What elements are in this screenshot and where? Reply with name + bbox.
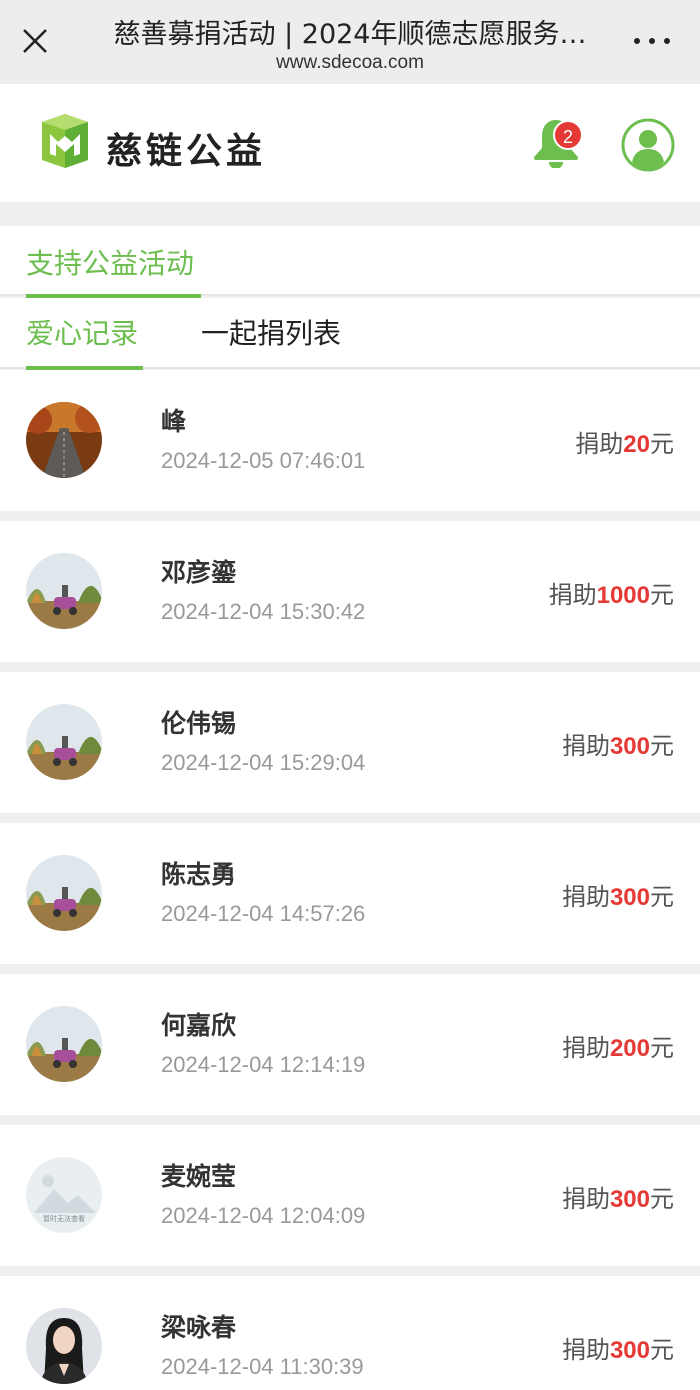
browser-top-bar: 慈善募捐活动 | 2024年顺德志愿服务… www.sdecoa.com (0, 0, 700, 84)
donation-row: 梁咏春 2024-12-04 11:30:39 捐助300元 (0, 1276, 700, 1390)
donation-row: 暂时无法查看 麦婉莹 2024-12-04 12:04:09 捐助300元 (0, 1125, 700, 1266)
donation-suffix: 元 (650, 883, 674, 911)
donor-avatar (26, 1006, 102, 1082)
donation-time: 2024-12-04 12:04:09 (161, 1203, 366, 1228)
more-options-icon[interactable] (632, 38, 672, 48)
donor-name: 梁咏春 (161, 1313, 237, 1342)
donation-amount-value: 200 (609, 1035, 650, 1062)
svg-text:暂时无法查看: 暂时无法查看 (43, 1214, 85, 1223)
donation-time: 2024-12-05 07:46:01 (161, 448, 366, 473)
donor-avatar (26, 1308, 102, 1384)
donation-row: 伦伟锡 2024-12-04 15:29:04 捐助300元 (0, 672, 700, 813)
donation-suffix: 元 (650, 1336, 674, 1364)
donor-name: 峰 (161, 407, 187, 436)
donation-amount: 捐助1000元 (549, 575, 674, 610)
donor-avatar: 暂时无法查看 (26, 1157, 102, 1233)
donor-name: 陈志勇 (161, 860, 237, 889)
tab-love-records[interactable]: 爱心记录 (26, 312, 138, 352)
donation-prefix: 捐助 (548, 581, 597, 609)
donation-amount-value: 300 (609, 884, 650, 911)
donation-suffix: 元 (650, 1185, 674, 1213)
donor-name: 邓彦鎏 (161, 558, 237, 587)
donor-avatar (26, 704, 102, 780)
donation-prefix: 捐助 (561, 732, 610, 760)
close-icon[interactable] (18, 24, 52, 58)
donor-name: 伦伟锡 (161, 709, 237, 738)
donation-row: 陈志勇 2024-12-04 14:57:26 捐助300元 (0, 823, 700, 964)
donor-avatar (26, 855, 102, 931)
user-avatar-icon[interactable] (621, 118, 675, 172)
donation-time: 2024-12-04 15:29:04 (161, 750, 366, 775)
donor-name: 何嘉欣 (161, 1011, 237, 1040)
notification-badge: 2 (553, 120, 583, 150)
donation-prefix: 捐助 (561, 1034, 610, 1062)
logo-text: 慈链公益 (106, 131, 267, 172)
donation-row: 何嘉欣 2024-12-04 12:14:19 捐助200元 (0, 974, 700, 1115)
donation-amount: 捐助300元 (562, 1330, 674, 1365)
section-title: 支持公益活动 (26, 247, 195, 280)
page-url: www.sdecoa.com (276, 52, 424, 73)
donation-amount-value: 300 (609, 1337, 650, 1364)
donation-suffix: 元 (650, 1034, 674, 1062)
donation-prefix: 捐助 (561, 883, 610, 911)
donor-name: 麦婉莹 (161, 1162, 237, 1191)
section-header: 支持公益活动 (0, 226, 700, 296)
site-header: 慈链公益 (0, 84, 700, 202)
donation-time: 2024-12-04 11:30:39 (161, 1354, 364, 1379)
logo-icon (42, 114, 88, 168)
donation-amount-value: 20 (623, 431, 650, 458)
tab-bar: 爱心记录 一起捐列表 (0, 298, 700, 369)
donation-amount: 捐助300元 (562, 726, 674, 761)
donation-time: 2024-12-04 12:14:19 (161, 1052, 366, 1077)
page-title: 慈善募捐活动 | 2024年顺德志愿服务… (113, 19, 587, 50)
donation-row: 峰 2024-12-05 07:46:01 捐助20元 (0, 370, 700, 511)
donation-prefix: 捐助 (575, 430, 624, 458)
donation-time: 2024-12-04 15:30:42 (161, 599, 366, 624)
donation-prefix: 捐助 (561, 1185, 610, 1213)
donation-amount-value: 300 (609, 1186, 650, 1213)
donation-suffix: 元 (650, 581, 674, 609)
donation-suffix: 元 (650, 732, 674, 760)
donation-amount-value: 300 (609, 733, 650, 760)
donation-row: 邓彦鎏 2024-12-04 15:30:42 捐助1000元 (0, 521, 700, 662)
donation-amount: 捐助200元 (562, 1028, 674, 1063)
donation-prefix: 捐助 (561, 1336, 610, 1364)
tab-donate-together-list[interactable]: 一起捐列表 (201, 312, 341, 352)
donation-amount: 捐助300元 (562, 877, 674, 912)
donor-avatar (26, 553, 102, 629)
donor-avatar (26, 402, 102, 478)
donation-time: 2024-12-04 14:57:26 (161, 901, 366, 926)
donation-suffix: 元 (650, 430, 674, 458)
donation-amount-value: 1000 (596, 582, 650, 609)
donation-amount: 捐助300元 (562, 1179, 674, 1214)
donation-amount: 捐助20元 (575, 424, 674, 459)
